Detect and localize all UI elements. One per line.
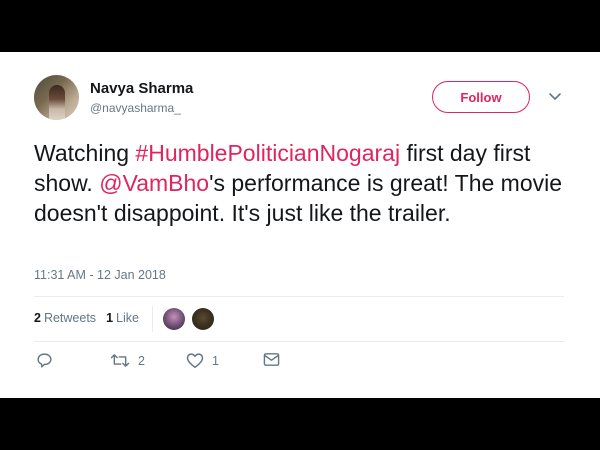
divider-top [34,296,564,297]
retweet-count: 2 [138,353,145,368]
user-handle[interactable]: @navyasharma_ [90,101,181,115]
retweets-count: 2 [34,311,41,325]
message-icon [263,353,280,366]
reply-button[interactable] [36,352,53,369]
follow-button[interactable]: Follow [432,81,530,113]
hashtag-link[interactable]: #HumblePoliticianNogaraj [135,140,400,166]
tweet-actions: 2 1 [34,352,294,374]
top-letterbox-bar [0,0,600,52]
likes-count: 1 [106,311,114,325]
like-button[interactable]: 1 [186,352,219,369]
avatar-photo-figure [49,85,65,120]
liker-avatar[interactable] [192,308,214,330]
retweets-stat[interactable]: 2 Retweets [34,311,96,325]
likes-label: Like [116,311,139,325]
divider-bottom [34,341,564,342]
retweet-icon [110,354,130,367]
bottom-letterbox-bar [0,398,600,450]
avatar[interactable] [34,75,79,120]
liker-avatar[interactable] [163,308,185,330]
mention-link[interactable]: @VamBho [99,170,209,196]
stats-separator [152,306,153,332]
likes-stat[interactable]: 1 Like [106,311,139,325]
heart-icon [186,353,204,368]
chevron-down-icon[interactable] [548,92,562,102]
tweet-text-part-1: Watching [34,140,136,166]
user-name[interactable]: Navya Sharma [90,80,193,97]
engagement-stats: 2 Retweets 1 Like [34,311,139,325]
timestamp[interactable]: 11:31 AM - 12 Jan 2018 [34,268,166,282]
like-count: 1 [212,353,219,368]
direct-message-button[interactable] [263,352,280,367]
retweet-button[interactable]: 2 [110,352,145,369]
reply-icon [37,353,52,368]
tweet-text: Watching #HumblePoliticianNogaraj first … [34,138,574,228]
retweets-label: Retweets [43,311,97,325]
